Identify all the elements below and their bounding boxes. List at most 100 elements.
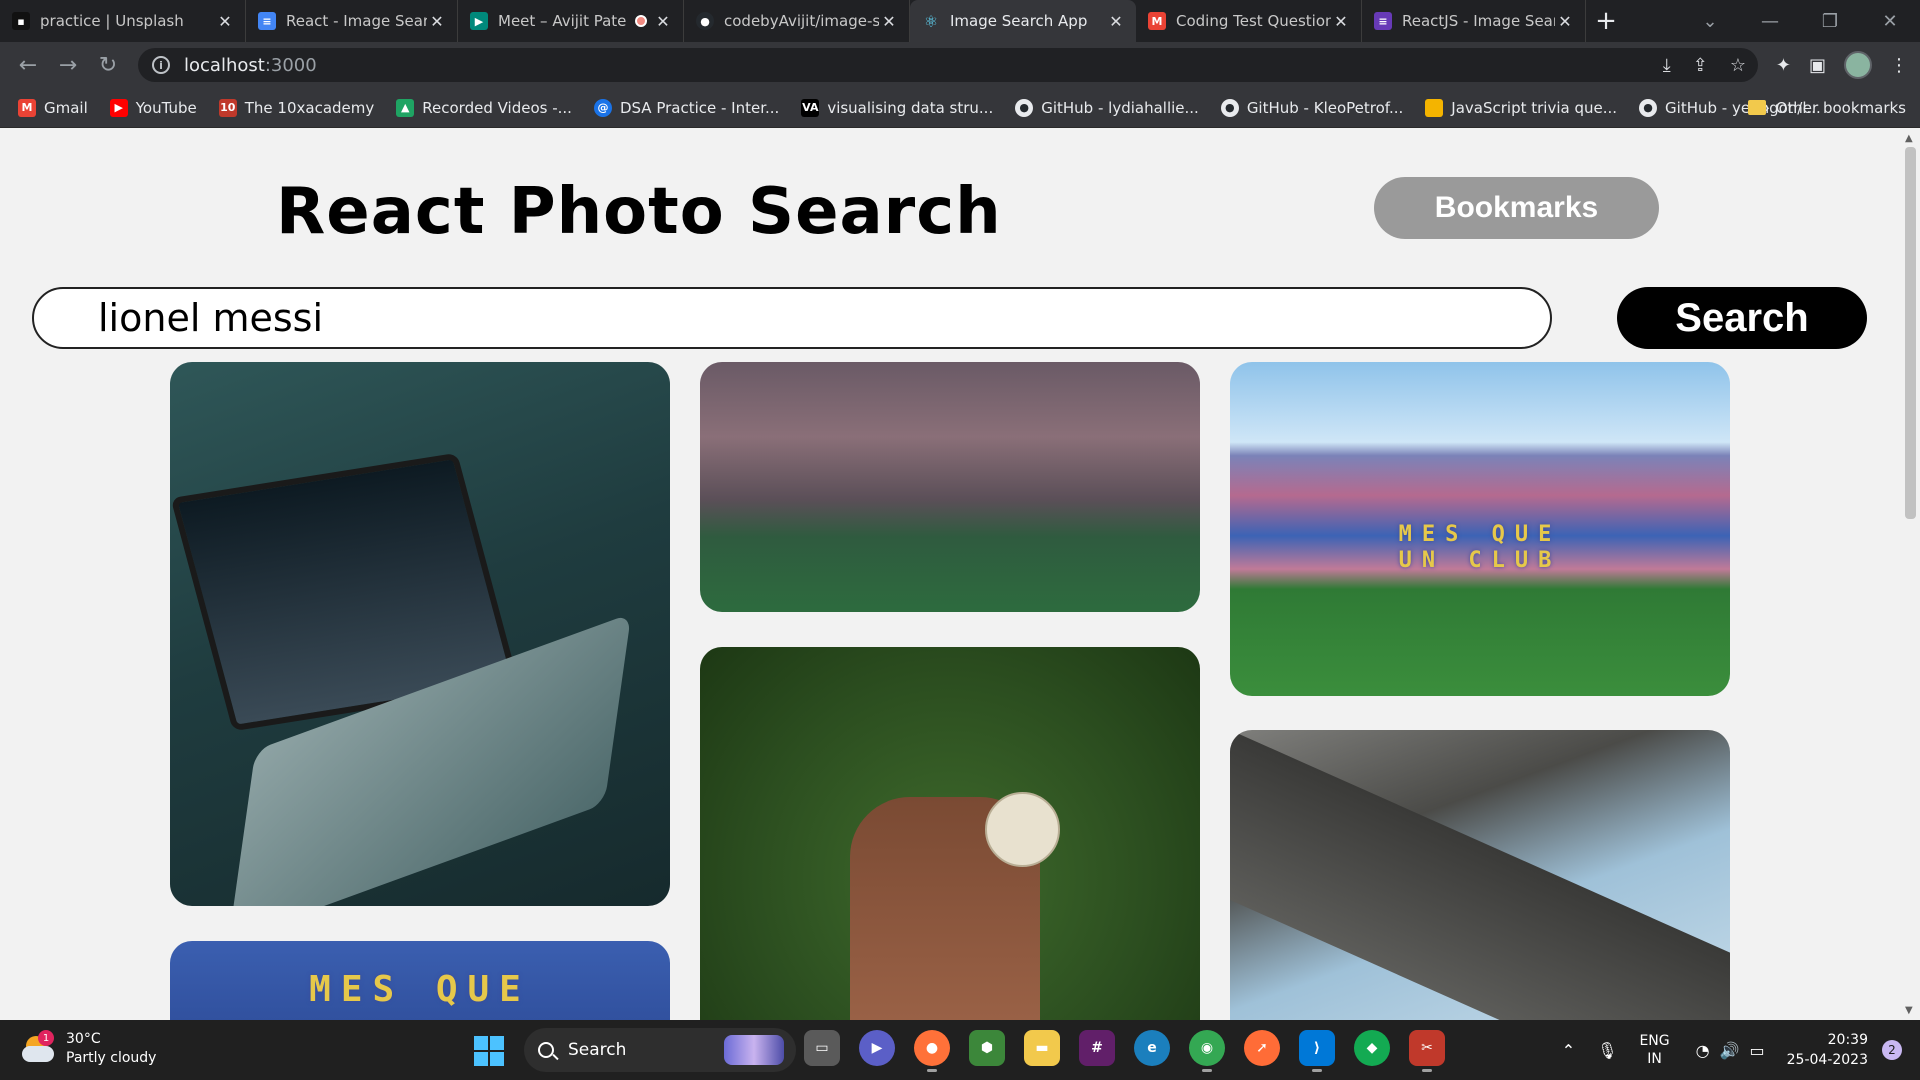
at-icon: @ [593,98,612,117]
bookmark-youtube[interactable]: ▶ YouTube [109,98,197,117]
taskbar-search[interactable]: Search [524,1028,796,1072]
clock[interactable]: 20:39 25-04-2023 [1787,1030,1868,1070]
close-window-button[interactable]: ✕ [1860,0,1920,42]
photo-camp-nou[interactable]: MES QUE UN CLUB [1230,362,1730,696]
react-icon: ⚛ [923,11,939,31]
system-tray: ⌃ 🎙 ENG IN ◔ 🔊 ▭ 20:39 25-04-2023 2 [1562,1020,1902,1080]
address-bar[interactable]: i localhost:3000 ⤓ ⇪ ☆ [138,48,1758,82]
weather-widget[interactable]: 1 30°C Partly cloudy [22,1030,156,1068]
volume-icon[interactable]: 🔊 [1720,1041,1740,1060]
search-icon [538,1042,554,1058]
region-code: IN [1647,1051,1662,1067]
bookmark-recorded-videos[interactable]: ▲ Recorded Videos -... [396,98,572,117]
vscode-icon[interactable]: ⟩ [1299,1030,1335,1072]
tab-reactjs-image-search[interactable]: ≡ ReactJS - Image Searc ✕ [1362,0,1586,42]
browser-tab-strip: ▪ practice | Unsplash ✕ ≡ React - Image … [0,0,1920,42]
scroll-up-icon[interactable]: ▲ [1905,133,1913,144]
new-tab-button[interactable]: + [1586,0,1626,42]
youtube-icon: ▶ [109,98,128,117]
notification-badge[interactable]: 2 [1882,1040,1902,1060]
side-panel-icon[interactable]: ▣ [1809,55,1826,76]
close-icon[interactable]: ✕ [215,12,235,31]
close-icon[interactable]: ✕ [1106,12,1126,31]
photo-stadium-crowd[interactable] [700,362,1200,612]
extensions-icon[interactable]: ✦ [1776,55,1791,76]
reload-button[interactable]: ↻ [88,45,128,85]
search-button[interactable]: Search [1617,287,1867,349]
football [985,792,1060,867]
task-view-icon[interactable]: ▭ [804,1030,840,1066]
folder-icon [1747,100,1766,115]
teams-chat-icon[interactable]: ▶ [859,1030,895,1066]
tab-title: ReactJS - Image Searc [1402,12,1555,30]
close-icon[interactable]: ✕ [879,12,899,31]
nodejs-icon[interactable]: ⬢ [969,1030,1005,1066]
firefox-icon[interactable]: ● [914,1030,950,1072]
bookmark-label: YouTube [135,98,197,117]
mongodb-icon[interactable]: ◆ [1354,1030,1390,1066]
bookmark-label: The 10xacademy [244,98,375,117]
language-indicator[interactable]: ENG IN [1639,1032,1669,1068]
battery-icon[interactable]: ▭ [1750,1041,1765,1060]
site-info-icon[interactable]: i [152,56,170,74]
wifi-icon[interactable]: ◔ [1696,1041,1710,1060]
bookmarks-button[interactable]: Bookmarks [1374,177,1659,239]
tab-react-image-search[interactable]: ≡ React - Image Search ✕ [246,0,458,42]
other-bookmarks[interactable]: Other bookmarks [1747,99,1906,117]
bookmark-label: DSA Practice - Inter... [619,98,780,117]
page-content: React Photo Search Bookmarks Search MES … [0,129,1900,1020]
bookmark-github-kleopetrof[interactable]: ● GitHub - KleoPetrof... [1220,98,1403,117]
visualgo-icon: VA [801,98,820,117]
bookmark-label: GitHub - lydiahallie... [1041,98,1199,117]
bookmark-dsa-practice[interactable]: @ DSA Practice - Inter... [593,98,780,117]
photo-mes-que-seats[interactable]: MES QUE [170,941,670,1020]
bookmark-star-icon[interactable]: ☆ [1730,55,1746,76]
close-icon[interactable]: ✕ [1555,12,1575,31]
close-icon[interactable]: ✕ [653,12,673,31]
scrollbar-thumb[interactable] [1905,147,1916,519]
tab-coding-test[interactable]: M Coding Test Question ✕ [1136,0,1362,42]
weather-description: Partly cloudy [66,1050,157,1066]
address-host: localhost [184,54,265,76]
photo-laptop-messi[interactable] [170,362,670,906]
tab-search-icon[interactable]: ⌄ [1680,0,1740,42]
tab-github-repo[interactable]: ● codebyAvijit/image-se ✕ [684,0,910,42]
slack-icon[interactable]: # [1079,1030,1115,1066]
chrome-icon[interactable]: ◉ [1189,1030,1225,1072]
windows-start-icon[interactable] [474,1036,504,1066]
photo-football-player[interactable] [700,647,1200,1020]
back-button[interactable]: ← [8,45,48,85]
tab-practice-unsplash[interactable]: ▪ practice | Unsplash ✕ [0,0,246,42]
photo-stadium-roof[interactable] [1230,730,1730,1020]
unsplash-icon: ▪ [12,12,30,30]
snipping-tool-icon[interactable]: ✂ [1409,1030,1445,1072]
file-explorer-icon[interactable]: ▬ [1024,1030,1060,1066]
close-icon[interactable]: ✕ [427,12,447,31]
bookmark-github-lydiahallie[interactable]: ● GitHub - lydiahallie... [1015,98,1199,117]
install-app-icon[interactable]: ⤓ [1663,55,1671,76]
scroll-down-icon[interactable]: ▼ [1905,1005,1913,1016]
bookmark-gmail[interactable]: M Gmail [18,98,88,117]
profile-avatar[interactable] [1844,51,1872,79]
share-icon[interactable]: ⇪ [1693,55,1708,76]
chevron-up-icon[interactable]: ⌃ [1562,1041,1575,1060]
search-highlight-art [724,1035,784,1065]
microphone-icon[interactable]: 🎙 [1597,1041,1617,1060]
taskbar-search-label: Search [568,1040,627,1060]
menu-icon[interactable]: ⋮ [1890,55,1908,76]
search-input[interactable] [32,287,1552,349]
bookmark-javascript-trivia[interactable]: JavaScript trivia que... [1425,98,1617,117]
restore-button[interactable]: ❐ [1800,0,1860,42]
drive-icon: ▲ [396,98,415,117]
minimize-button[interactable]: — [1740,0,1800,42]
forward-button[interactable]: → [48,45,88,85]
tab-meet[interactable]: ▶ Meet – Avijit Pate ✕ [458,0,684,42]
bookmark-10xacademy[interactable]: 10 The 10xacademy [218,98,375,117]
close-icon[interactable]: ✕ [1331,12,1351,31]
edge-icon[interactable]: e [1134,1030,1170,1066]
tab-image-search-app[interactable]: ⚛ Image Search App ✕ [910,0,1136,42]
postman-icon[interactable]: ➚ [1244,1030,1280,1066]
bookmark-label: Recorded Videos -... [422,98,572,117]
bookmark-visualgo[interactable]: VA visualising data stru... [801,98,993,117]
page-scrollbar[interactable]: ▲ ▼ [1900,129,1920,1020]
